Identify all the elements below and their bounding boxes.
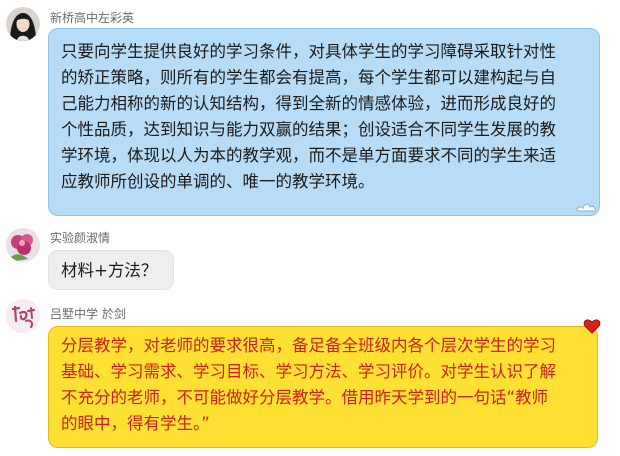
- message-line: 己能力相称的新的认知结构，得到全新的情感体验，进而形成良好的: [61, 94, 556, 113]
- sender-name: 吕墅中学 於剑: [50, 307, 126, 321]
- message-line: 分层教学，对老师的要求很高，备足备全班级内各个层次学生的学习: [61, 336, 556, 355]
- message-line: 个性品质，达到知识与能力双赢的结果；创设适合不同学生发展的教: [61, 120, 556, 139]
- message-line: 的眼中，得有学生。”: [61, 414, 210, 433]
- cloud-decoration-icon: [576, 204, 596, 212]
- message-line: 材料+方法？: [61, 261, 158, 280]
- sender-name: 实验颜淑情: [50, 231, 111, 245]
- profile-photo-icon[interactable]: [6, 7, 40, 41]
- heart-decoration-icon: [583, 319, 601, 334]
- message-bubble[interactable]: 只要向学生提供良好的学习条件，对具体学生的学习障碍采取针对性 的矫正策略，则所有…: [48, 28, 600, 216]
- message-bubble[interactable]: 分层教学，对老师的要求很高，备足备全班级内各个层次学生的学习 基础、学习需求、学…: [48, 319, 601, 448]
- message-line: 应教师所创设的单调的、唯一的教学环境。: [61, 172, 375, 191]
- message-line: 只要向学生提供良好的学习条件，对具体学生的学习障碍采取针对性: [61, 42, 556, 61]
- flower-photo-icon[interactable]: [6, 228, 40, 262]
- message-line: 学环境，体现以人为本的教学观，而不是单方面要求不同的学生来适: [61, 146, 556, 165]
- sender-name: 新桥高中左彩英: [50, 11, 135, 25]
- message-line: 基础、学习需求、学习目标、学习方法、学习评价。对学生认识了解: [61, 362, 556, 381]
- message-line: 不充分的老师，不可能做好分层教学。借用昨天学到的一句话“教师: [61, 388, 549, 407]
- calligraphy-avatar-icon[interactable]: [6, 299, 40, 333]
- message-bubble[interactable]: 材料+方法？: [48, 250, 174, 290]
- message-line: 的矫正策略，则所有的学生都会有提高，每个学生都可以建构起与自: [61, 68, 556, 87]
